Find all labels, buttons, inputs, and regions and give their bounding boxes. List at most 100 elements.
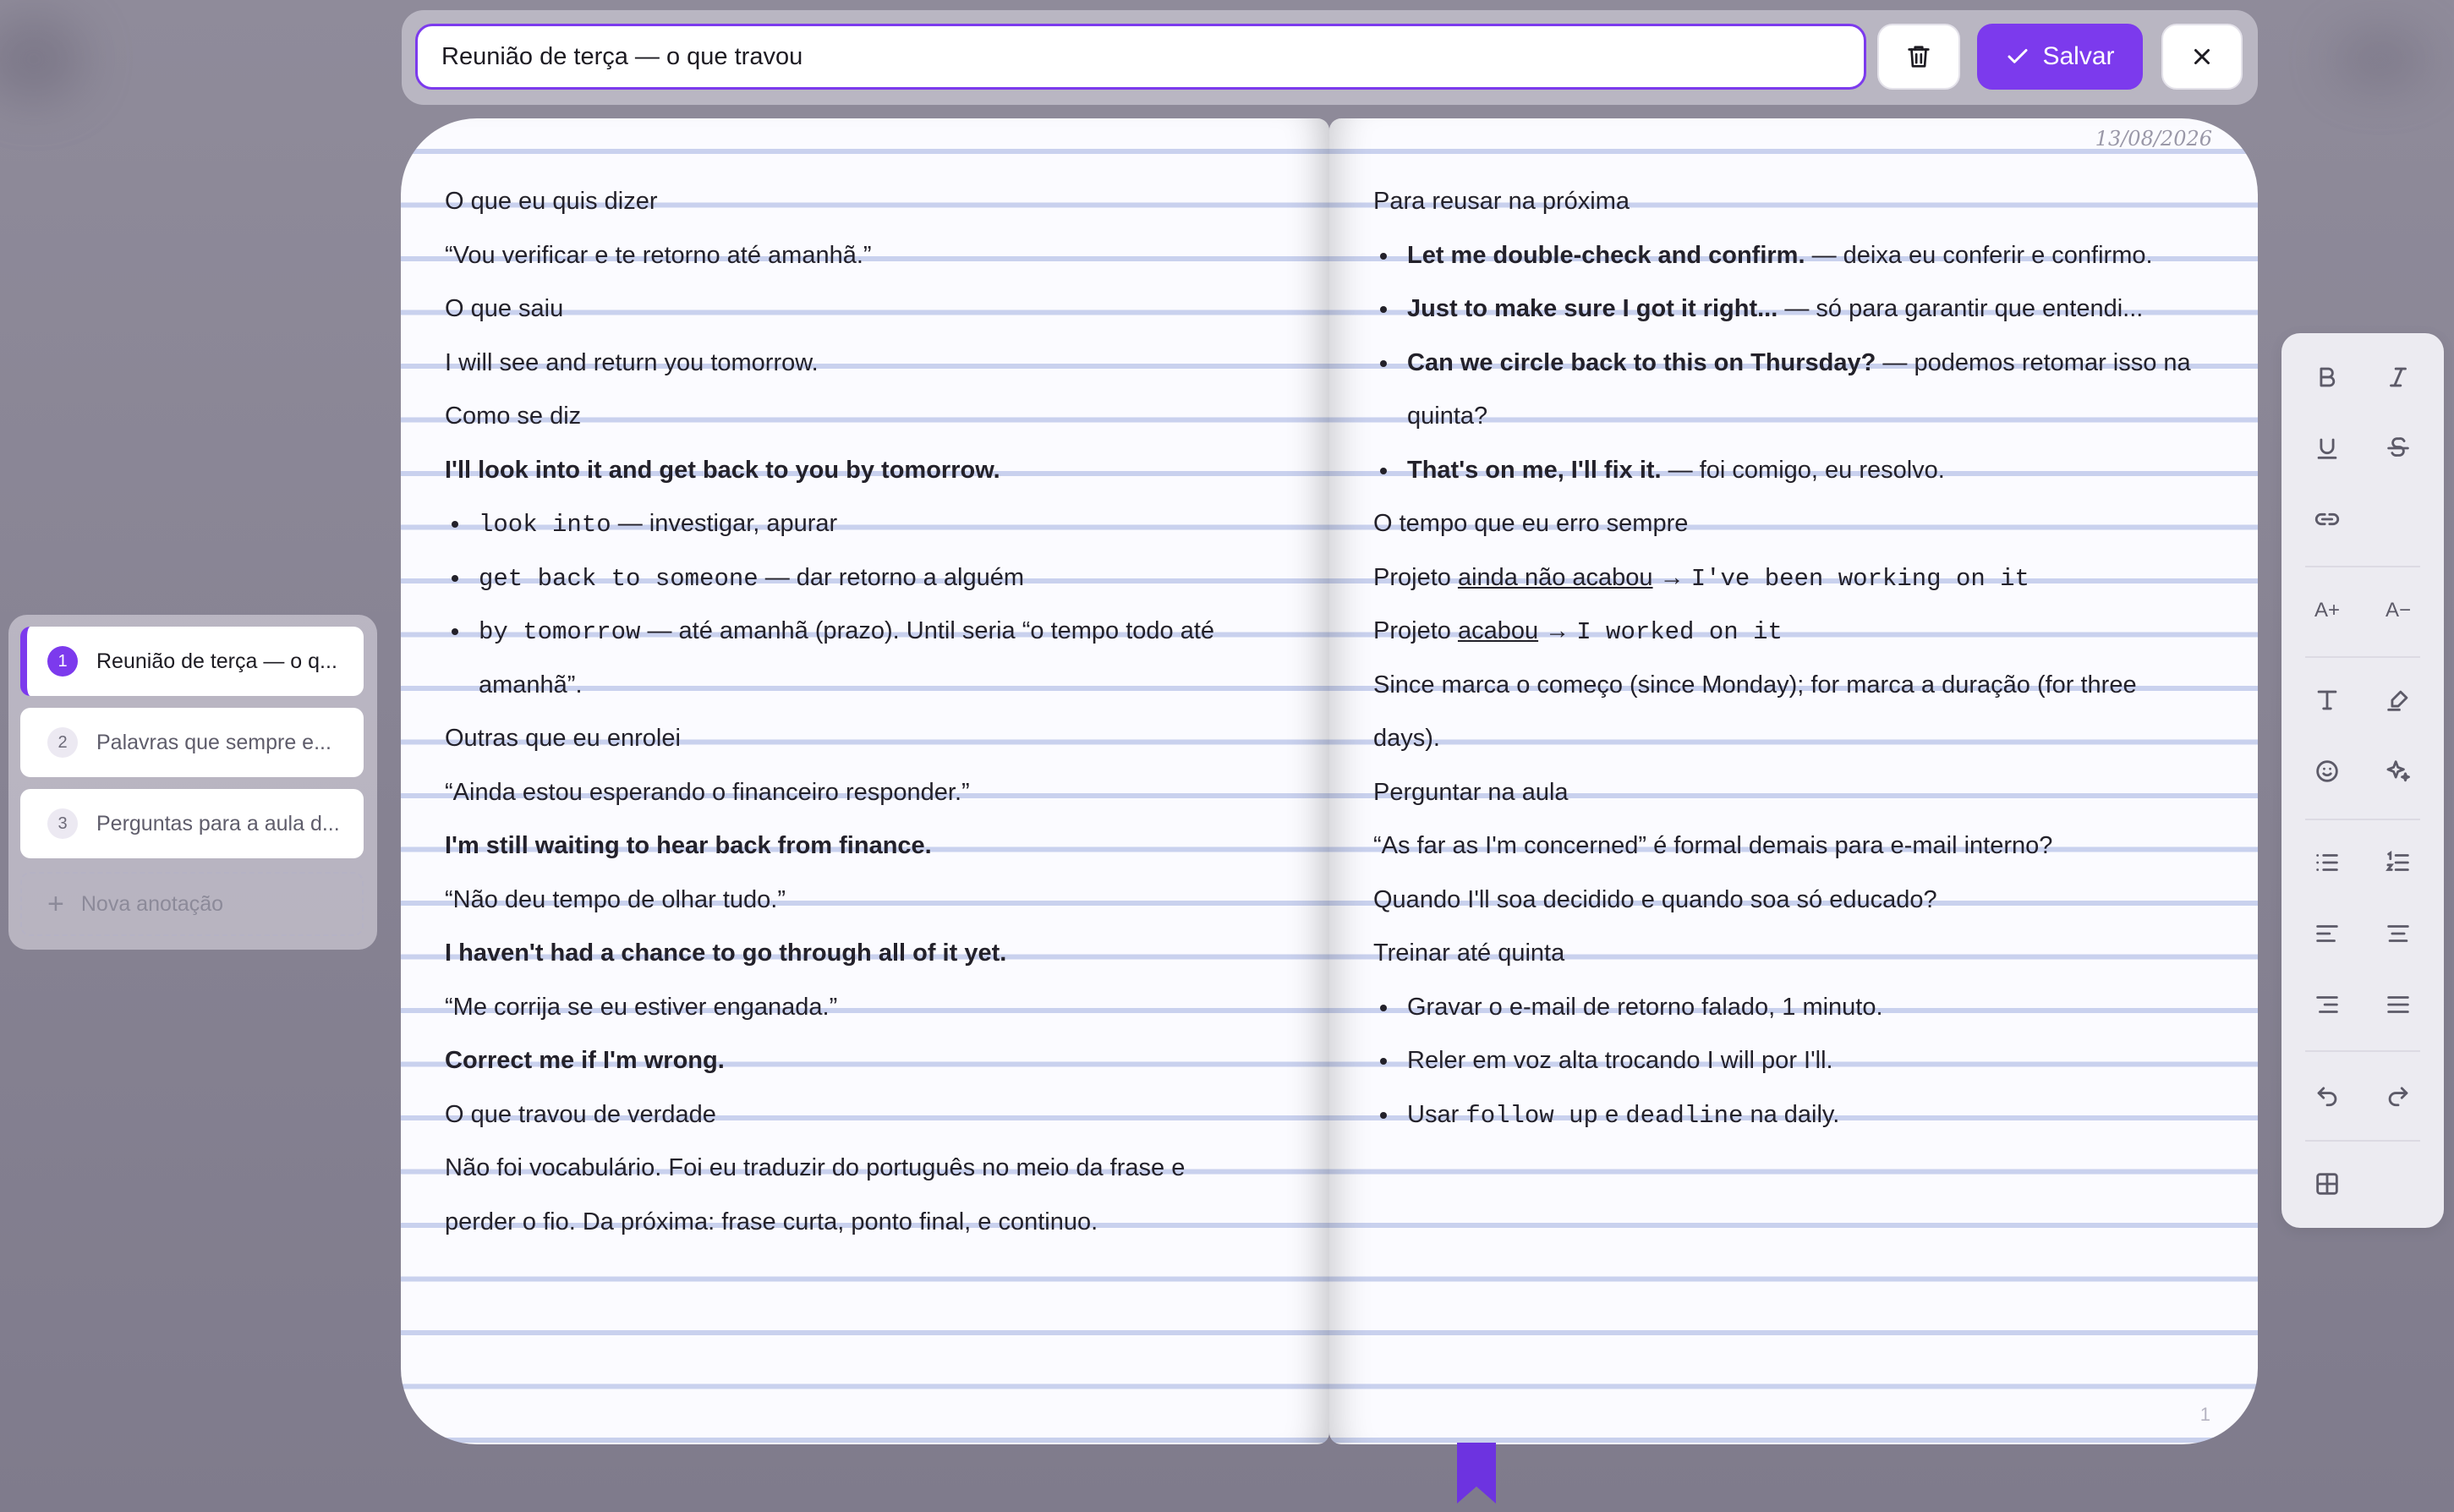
- check-icon: [2008, 49, 2028, 63]
- note-item-label: Palavras que sempre e...: [96, 730, 331, 754]
- numbered-list-button[interactable]: [2375, 839, 2422, 886]
- list-item: by tomorrow — até amanhã (prazo). Until …: [445, 600, 1290, 655]
- text-span: — dar retorno a alguém: [758, 563, 1024, 591]
- text-line: I'm still waiting to hear back from fina…: [445, 832, 932, 859]
- code-span: deadline: [1625, 1101, 1744, 1130]
- ai-assist-button[interactable]: [2375, 748, 2422, 795]
- undo-icon: [2317, 1087, 2337, 1107]
- text-line: I will see and return you tomorrow.: [445, 348, 819, 376]
- font-increase-button[interactable]: A+: [2303, 587, 2351, 634]
- left-page-content[interactable]: O que eu quis dizer “Vou verificar e te …: [445, 171, 1290, 1245]
- text-line: quinta?: [1407, 403, 1488, 430]
- insert-table-button[interactable]: [2303, 1160, 2351, 1208]
- bookmark-ribbon: [1457, 1443, 1496, 1504]
- code-span: follow up: [1465, 1101, 1598, 1130]
- link-icon: [2314, 512, 2340, 526]
- notes-list-panel: 1 Reunião de terça — o q... 2 Palavras q…: [8, 615, 377, 950]
- align-left-button[interactable]: [2303, 910, 2351, 957]
- italic-button[interactable]: [2375, 353, 2422, 401]
- bold-icon: [2320, 367, 2336, 387]
- formatting-toolbar: A+ A−: [2281, 333, 2444, 1228]
- note-title-bar: Salvar: [402, 10, 2258, 105]
- text-line: O que eu quis dizer: [445, 188, 658, 215]
- text-style-button[interactable]: [2303, 677, 2351, 724]
- highlight-button[interactable]: [2375, 677, 2422, 724]
- toolbar-divider: [2305, 566, 2420, 567]
- highlighter-icon: [2387, 690, 2408, 711]
- delete-button[interactable]: [1877, 24, 1960, 90]
- list-item: get back to someone — dar retorno a algu…: [445, 547, 1290, 601]
- list-item: Gravar o e-mail de retorno falado, 1 min…: [1373, 977, 2219, 1031]
- text-span: — investigar, apurar: [611, 510, 838, 537]
- bold-span: Just to make sure I got it right...: [1407, 295, 1778, 322]
- right-page-content[interactable]: Para reusar na próxima Let me double-che…: [1373, 171, 2219, 1137]
- redo-button[interactable]: [2375, 1071, 2422, 1118]
- align-center-button[interactable]: [2375, 910, 2422, 957]
- strikethrough-button[interactable]: [2375, 425, 2422, 472]
- close-button[interactable]: [2161, 24, 2243, 90]
- text-line: “Vou verificar e te retorno até amanhã.”: [445, 241, 872, 269]
- font-decrease-button[interactable]: A−: [2375, 587, 2422, 634]
- list-item: That's on me, I'll fix it. — foi comigo,…: [1373, 440, 2219, 494]
- align-justify-button[interactable]: [2375, 981, 2422, 1028]
- bullet-list-icon: [2316, 854, 2338, 871]
- note-item-label: Perguntas para a aula d...: [96, 811, 340, 835]
- underline-button[interactable]: [2303, 425, 2351, 472]
- text-line: Para reusar na próxima: [1373, 188, 1630, 215]
- note-item-3[interactable]: 3 Perguntas para a aula d...: [20, 789, 364, 858]
- text-line: I haven't had a chance to go through all…: [445, 940, 1007, 967]
- code-span: get back to someone: [479, 564, 759, 593]
- underline-icon: [2317, 438, 2337, 459]
- left-page[interactable]: O que eu quis dizer “Vou verificar e te …: [401, 118, 1329, 1444]
- toolbar-divider: [2305, 1050, 2420, 1052]
- note-item-2[interactable]: 2 Palavras que sempre e...: [20, 708, 364, 777]
- new-note-button[interactable]: + Nova anotação: [20, 872, 364, 936]
- bold-button[interactable]: [2303, 353, 2351, 401]
- strikethrough-icon: [2387, 437, 2409, 457]
- text-line: Since marca o começo (since Monday); for…: [1373, 671, 2137, 698]
- text-icon: [2317, 690, 2337, 710]
- sparkle-icon: [2386, 760, 2410, 782]
- table-icon: [2316, 1173, 2338, 1195]
- note-number-badge: 2: [47, 727, 78, 758]
- text-line: amanhã”.: [479, 671, 583, 698]
- underline-span: ainda não acabou: [1457, 563, 1653, 591]
- notebook: O que eu quis dizer “Vou verificar e te …: [401, 118, 2258, 1504]
- emoji-button[interactable]: [2303, 748, 2351, 795]
- bold-span: Let me double-check and confirm.: [1407, 241, 1805, 269]
- list-item: Just to make sure I got it right... — só…: [1373, 278, 2219, 332]
- note-title-input[interactable]: [415, 24, 1866, 90]
- plus-icon: +: [47, 887, 64, 920]
- note-number-badge: 1: [47, 646, 78, 677]
- note-item-1[interactable]: 1 Reunião de terça — o q...: [20, 627, 364, 696]
- right-page[interactable]: 13/08/2026 Para reusar na próxima Let me…: [1329, 118, 2258, 1444]
- text-span: Projeto: [1373, 617, 1458, 644]
- code-span: by tomorrow: [479, 618, 641, 646]
- list-item: Usar follow up e deadline na daily.: [1373, 1084, 2219, 1138]
- arrow-span: →: [1538, 617, 1577, 644]
- page-date: 13/08/2026: [2095, 127, 2212, 151]
- text-line: perder o fio. Da próxima: frase curta, p…: [445, 1208, 1098, 1235]
- list-item: Can we circle back to this on Thursday? …: [1373, 332, 2219, 386]
- smiley-icon: [2316, 760, 2338, 782]
- note-number-badge: 3: [47, 808, 78, 839]
- text-span: Projeto: [1373, 563, 1458, 591]
- bold-span: Can we circle back to this on Thursday?: [1407, 348, 1876, 376]
- text-span: — podemos retomar isso na: [1876, 348, 2191, 376]
- text-line: Outras que eu enrolei: [445, 725, 681, 752]
- list-item: look into — investigar, apurar: [445, 493, 1290, 547]
- text-line: “Não deu tempo de olhar tudo.”: [445, 885, 786, 913]
- undo-button[interactable]: [2303, 1071, 2351, 1118]
- align-right-button[interactable]: [2303, 981, 2351, 1028]
- trash-icon: [1908, 46, 1930, 68]
- link-button[interactable]: [2303, 496, 2351, 543]
- save-button[interactable]: Salvar: [1977, 24, 2143, 90]
- font-decrease-icon: A−: [2385, 599, 2412, 622]
- text-line: Correct me if I'm wrong.: [445, 1047, 725, 1074]
- bullet-list-button[interactable]: [2303, 839, 2351, 886]
- text-line: Como se diz: [445, 403, 582, 430]
- align-center-icon: [2387, 925, 2409, 942]
- redo-icon: [2388, 1087, 2408, 1107]
- backdrop-shape: [0, 17, 85, 101]
- text-line: Perguntar na aula: [1373, 778, 1569, 806]
